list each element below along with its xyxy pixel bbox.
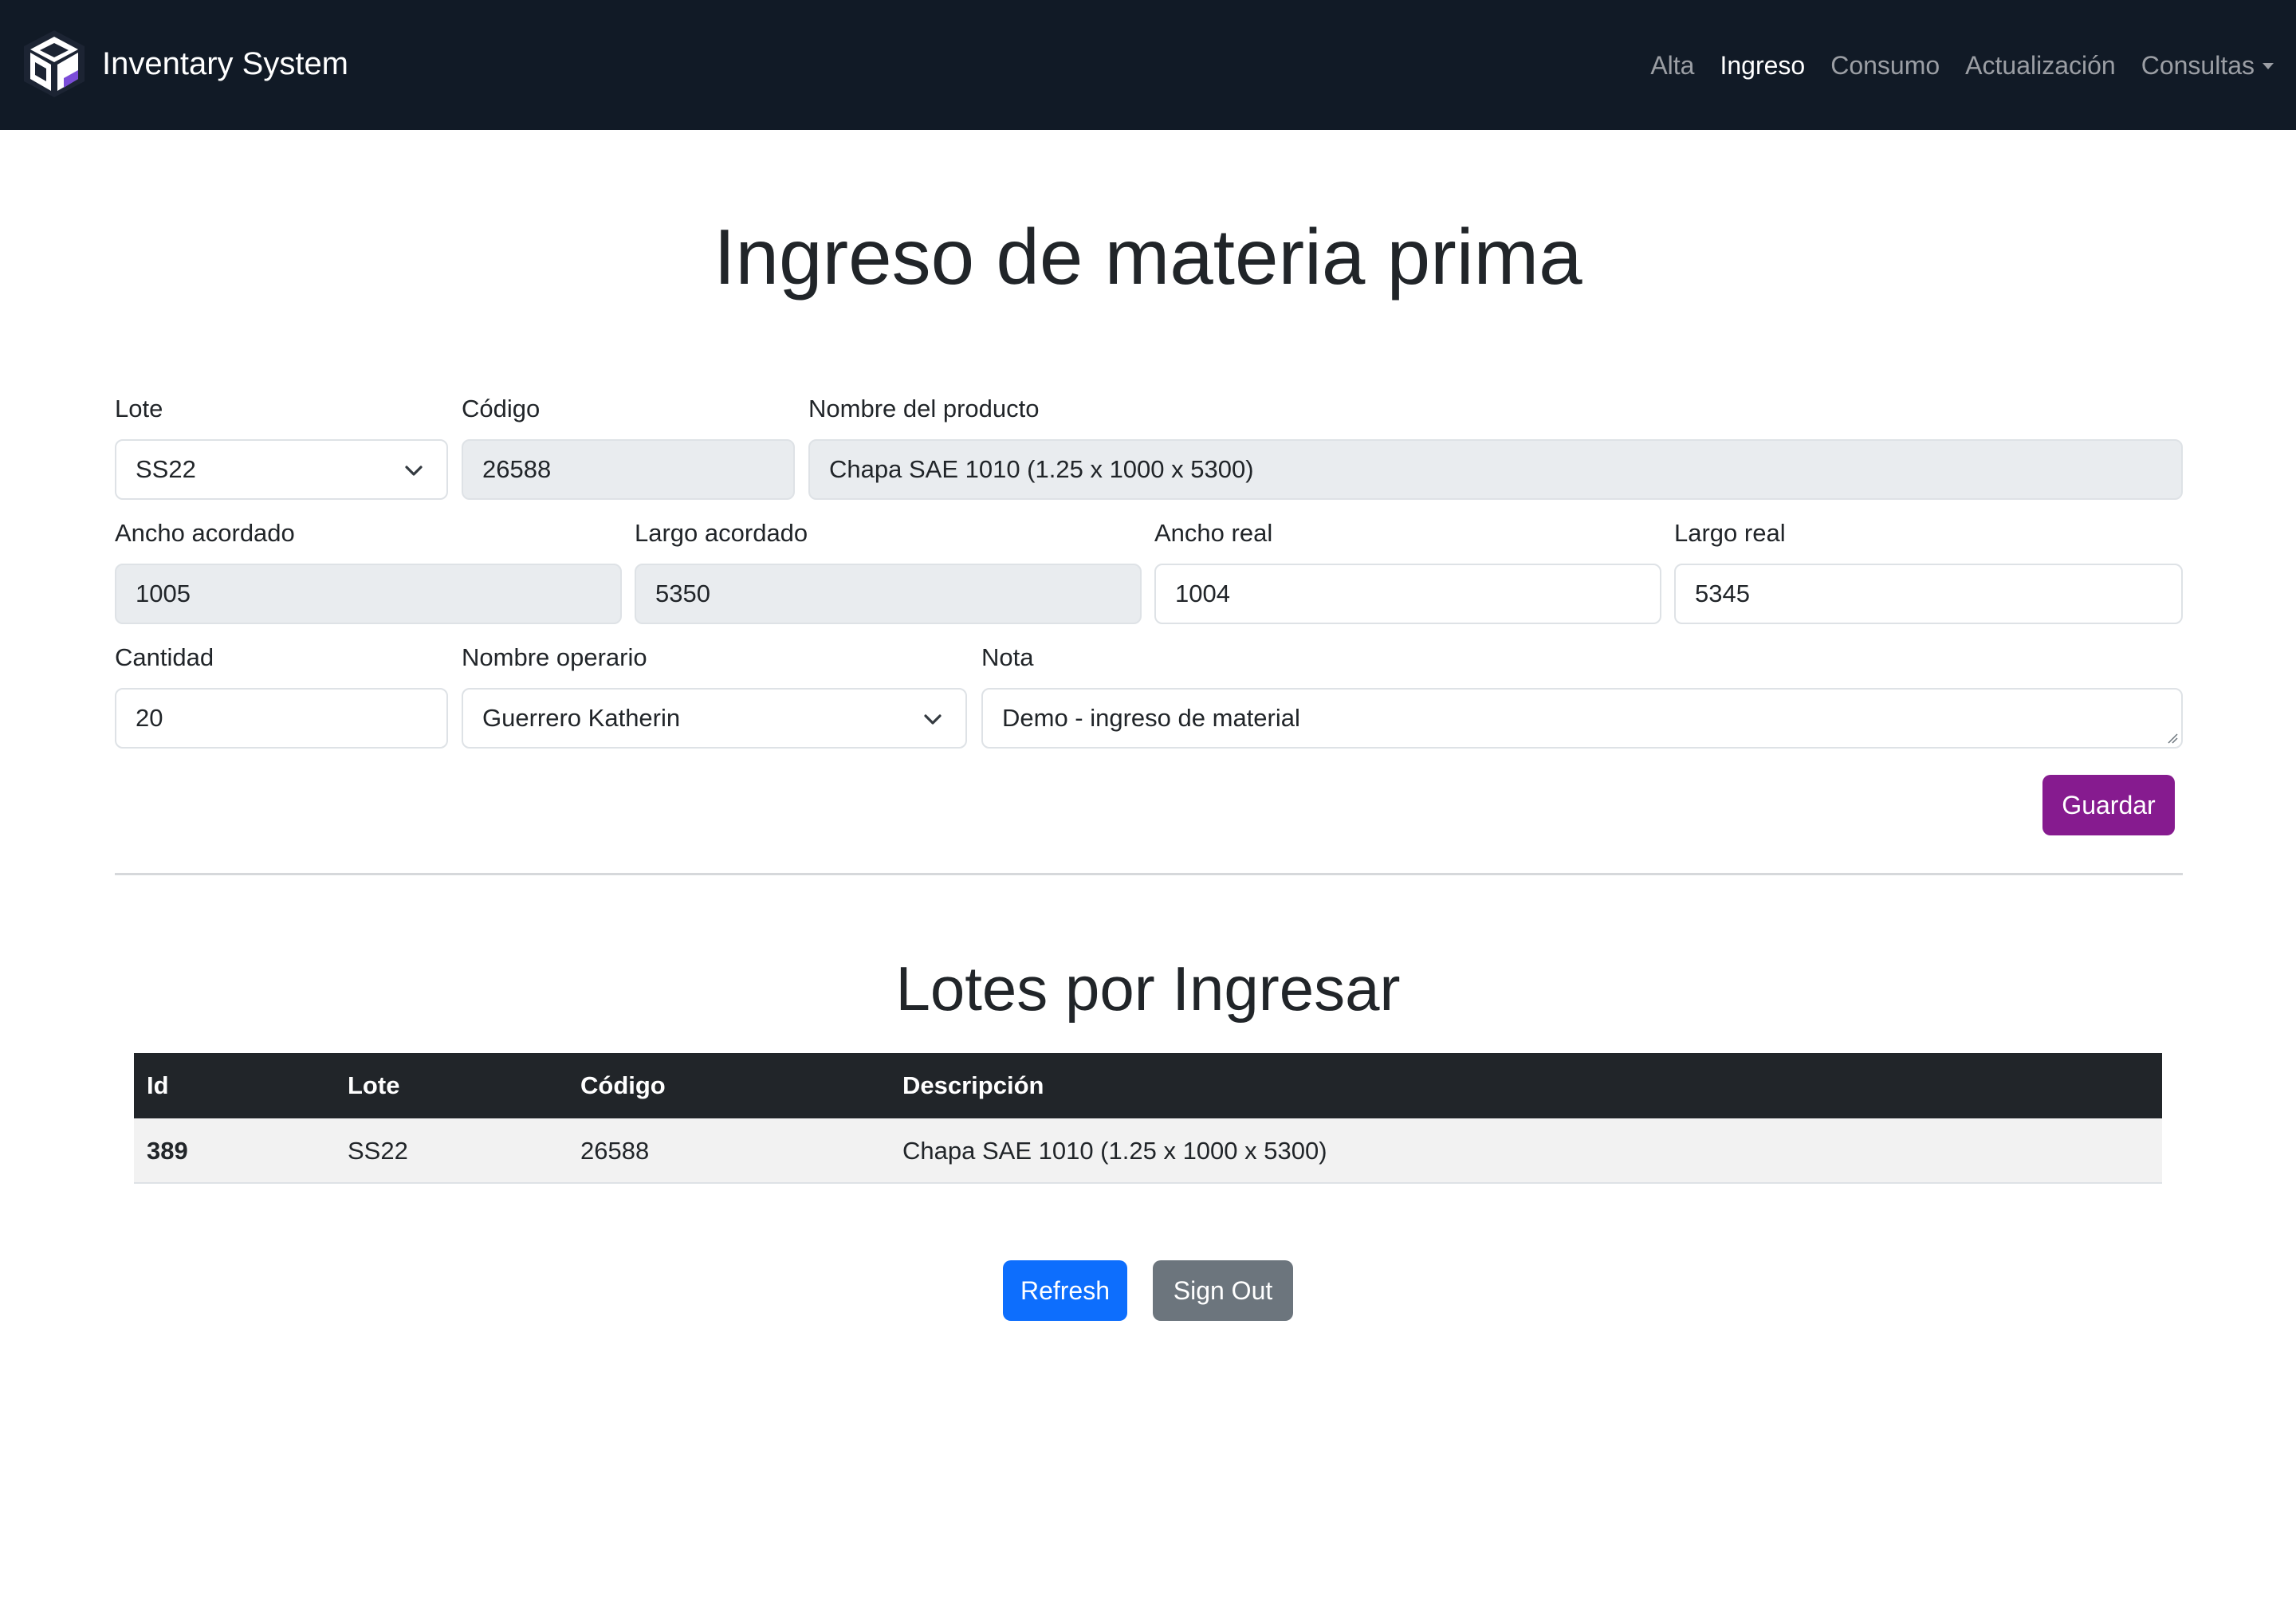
nota-label: Nota [981,643,1034,671]
nav-link-actualizacion[interactable]: Actualización [1965,45,2116,86]
codigo-field: 26588 [462,439,795,500]
nav-link-ingreso[interactable]: Ingreso [1720,45,1805,86]
nav-dropdown-consultas-label: Consultas [2141,51,2255,80]
nota-textarea[interactable]: Demo - ingreso de material [981,688,2183,749]
codigo-label: Código [462,395,541,422]
row-codigo: 26588 [580,1137,650,1165]
table-row[interactable]: 389 SS22 26588 Chapa SAE 1010 (1.25 x 10… [134,1118,2162,1184]
guardar-button[interactable]: Guardar [2042,775,2175,835]
nombre-operario-label: Nombre operario [462,643,647,671]
nombre-operario-value: Guerrero Katherin [482,704,681,732]
nombre-producto-field: Chapa SAE 1010 (1.25 x 1000 x 5300) [808,439,2183,500]
ancho-acordado-field: 1005 [115,564,622,624]
lotes-table: Id Lote Código Descripción 389 SS22 2658… [134,1053,2162,1184]
sign-out-button[interactable]: Sign Out [1153,1260,1293,1321]
lote-label: Lote [115,395,163,422]
resize-grip-icon[interactable] [2167,733,2178,744]
cantidad-label: Cantidad [115,643,214,671]
cube-logo-icon [24,30,85,97]
largo-acordado-label: Largo acordado [635,519,808,547]
header-lote: Lote [348,1071,400,1099]
row-descripcion: Chapa SAE 1010 (1.25 x 1000 x 5300) [902,1137,1327,1165]
navbar: Inventary System Alta Ingreso Consumo Ac… [0,0,2296,130]
chevron-down-icon [924,714,942,725]
brand-name: Inventary System [102,46,349,81]
nota-value: Demo - ingreso de material [1002,704,1300,732]
lote-value: SS22 [136,455,196,483]
ancho-real-label: Ancho real [1154,519,1273,547]
largo-acordado-field: 5350 [635,564,1142,624]
nav-link-alta[interactable]: Alta [1650,45,1694,86]
nav-dropdown-consultas[interactable]: Consultas [2141,45,2274,86]
header-codigo: Código [580,1071,666,1099]
nombre-producto-label: Nombre del producto [808,395,1040,422]
header-descripcion: Descripción [902,1071,1044,1099]
divider [115,873,2183,875]
page-title: Ingreso de materia prima [714,213,1582,301]
ancho-real-input[interactable]: 1004 [1154,564,1661,624]
largo-real-input[interactable]: 5345 [1674,564,2183,624]
table-header: Id Lote Código Descripción [134,1053,2162,1118]
nav-link-consumo[interactable]: Consumo [1830,45,1940,86]
row-lote: SS22 [348,1137,408,1165]
largo-real-label: Largo real [1674,519,1786,547]
chevron-down-icon [405,466,423,476]
caret-down-icon [2263,63,2274,69]
refresh-button[interactable]: Refresh [1003,1260,1127,1321]
nombre-operario-select[interactable]: Guerrero Katherin [462,688,967,749]
cantidad-input[interactable]: 20 [115,688,448,749]
nav-links: Alta Ingreso Consumo Actualización Consu… [1625,45,2274,86]
lotes-title: Lotes por Ingresar [895,953,1401,1024]
header-id: Id [147,1071,169,1099]
lote-select[interactable]: SS22 [115,439,448,500]
ancho-acordado-label: Ancho acordado [115,519,295,547]
brand[interactable]: Inventary System [21,29,348,99]
row-id: 389 [147,1137,188,1165]
